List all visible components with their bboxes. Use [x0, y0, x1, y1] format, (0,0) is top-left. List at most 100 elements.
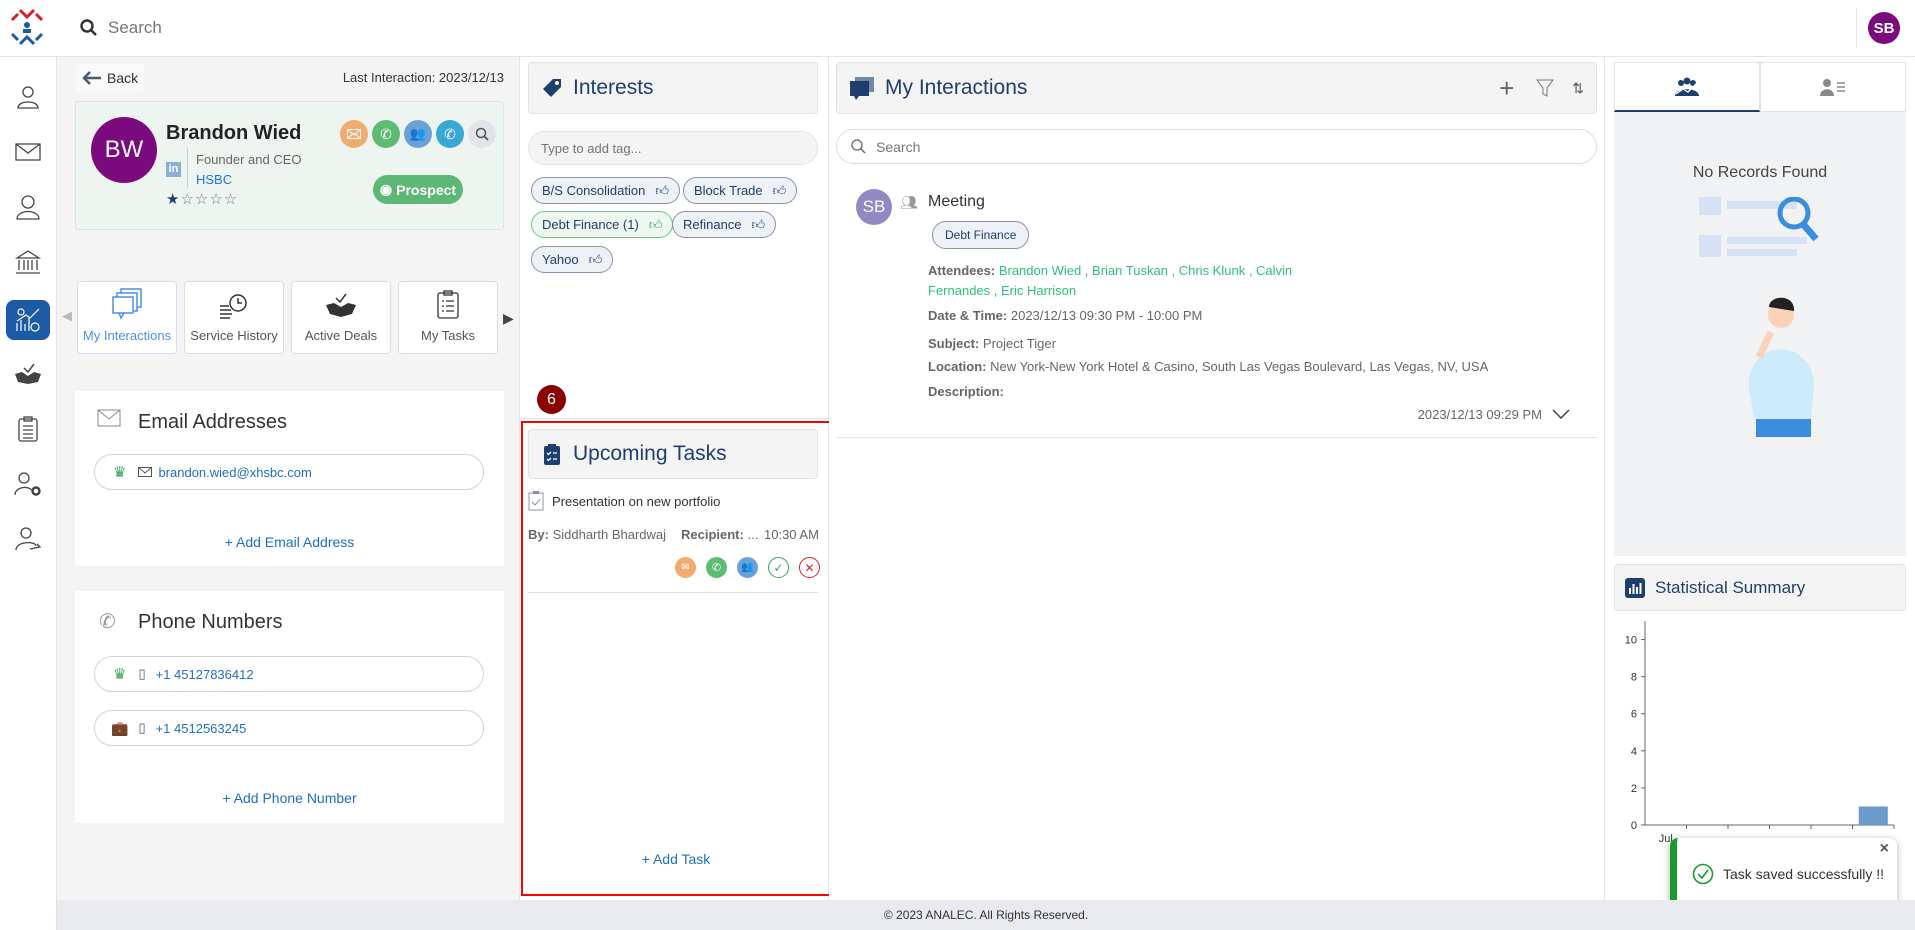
tabs-scroll-left[interactable]: ◀	[62, 308, 72, 324]
tab-active-deals[interactable]: Active Deals	[291, 281, 391, 354]
bank-icon[interactable]	[6, 242, 50, 282]
contact-name: Brandon Wied	[166, 122, 302, 144]
tab-service-history[interactable]: Service History	[184, 281, 284, 354]
task-by: By: Siddharth Bhardwaj	[528, 527, 667, 542]
linkedin-icon[interactable]: in	[166, 162, 181, 177]
phone-item[interactable]: 💼 ▯ +1 4512563245	[94, 710, 484, 746]
interaction-tag[interactable]: Debt Finance	[932, 221, 1030, 249]
primary-crown-icon: ♛	[113, 464, 127, 481]
people-chart-icon	[1675, 77, 1699, 96]
y-tick-label: 2	[1631, 783, 1637, 795]
mail-icon[interactable]	[6, 132, 50, 172]
interests-header: Interests	[528, 62, 818, 114]
tab-my-tasks[interactable]: My Tasks	[398, 281, 498, 354]
copyright-text: © 2023 ANALEC. All Rights Reserved.	[883, 908, 1089, 922]
tabs-scroll-right[interactable]: ▶	[503, 310, 514, 327]
interaction-item[interactable]: SB 👥︎ Meeting Debt Finance Attendees: Br…	[836, 180, 1597, 438]
call-log-action-icon[interactable]: ✆	[436, 120, 464, 148]
tab-relationships[interactable]	[1614, 62, 1760, 112]
meeting-action-icon[interactable]: 👥	[404, 120, 432, 148]
description: Description:	[928, 384, 1004, 399]
handshake-icon[interactable]	[6, 354, 50, 394]
email-value: brandon.wied@xhsbc.com	[158, 464, 312, 480]
tab-label: My Tasks	[421, 328, 475, 343]
briefcase-icon: 💼	[111, 719, 129, 736]
tab-label: Active Deals	[304, 328, 378, 343]
interactions-search-input[interactable]	[876, 138, 1556, 155]
interest-tag[interactable]: Block Trade 👍︎	[683, 177, 798, 204]
statistical-summary-chart: 0246810Jul	[1625, 621, 1895, 845]
task-item-title[interactable]: Presentation on new portfolio	[528, 491, 720, 511]
tag-input[interactable]	[528, 131, 818, 165]
owner-avatar: SB	[856, 189, 892, 225]
task-complete-icon[interactable]: ✓	[768, 557, 789, 578]
thumbs-up-icon[interactable]: 👍︎	[589, 252, 603, 268]
task-cancel-icon[interactable]: ✕	[799, 557, 820, 578]
interest-tag[interactable]: Refinance 👍︎	[672, 211, 777, 238]
interaction-timestamp: 2023/12/13 09:29 PM	[1417, 407, 1542, 422]
interest-tag[interactable]: Yahoo 👍︎	[531, 246, 614, 273]
tab-label: Service History	[190, 328, 278, 343]
user-settings-icon[interactable]	[6, 464, 50, 504]
global-search-input[interactable]	[108, 14, 708, 42]
analytics-icon[interactable]	[6, 300, 50, 340]
sort-icon[interactable]: ⇅	[1572, 80, 1584, 97]
thumbs-up-icon[interactable]: 👍︎	[773, 183, 787, 199]
toast-notification: Task saved successfully !! ×	[1670, 838, 1897, 909]
tag-icon	[543, 79, 561, 97]
search-action-icon[interactable]	[468, 120, 496, 148]
contact-title: Founder and CEO	[196, 152, 302, 167]
phone-action-icon[interactable]: ✆	[372, 120, 400, 148]
thumbs-up-icon[interactable]: 👍︎	[655, 183, 669, 199]
profile-card: BW Brandon Wied in Founder and CEO HSBC …	[75, 101, 504, 230]
user-share-icon[interactable]	[6, 519, 50, 559]
primary-crown-icon: ♛	[113, 666, 127, 683]
bar	[1858, 806, 1888, 825]
y-tick-label: 4	[1631, 746, 1637, 758]
footer: © 2023 ANALEC. All Rights Reserved.	[57, 900, 1915, 930]
meeting-icon: 👥︎	[900, 194, 918, 210]
thumbs-up-icon[interactable]: 👍︎	[649, 217, 663, 233]
email-item[interactable]: ♛ brandon.wied@xhsbc.com	[94, 454, 484, 490]
phone-item[interactable]: ♛ ▯ +1 45127836412	[94, 656, 484, 692]
success-check-icon	[1692, 863, 1714, 884]
last-interaction: Last Interaction: 2023/12/13	[342, 70, 504, 85]
add-task-button[interactable]: + Add Task	[521, 851, 831, 867]
task-phone-icon[interactable]: ✆	[706, 557, 727, 578]
user-icon[interactable]	[6, 187, 50, 227]
add-email-button[interactable]: + Add Email Address	[75, 534, 504, 550]
tab-profile-details[interactable]	[1760, 62, 1906, 112]
email-action-icon[interactable]	[340, 120, 368, 148]
back-button[interactable]: Back	[76, 64, 144, 92]
rating-stars[interactable]: ★☆☆☆☆	[166, 190, 238, 208]
section-title: Email Addresses	[138, 411, 287, 433]
task-time: 10:30 AM	[764, 527, 819, 542]
interest-tag[interactable]: B/S Consolidation 👍︎	[531, 177, 680, 204]
filter-icon[interactable]	[1536, 79, 1555, 97]
task-checkbox-icon	[528, 491, 544, 511]
mobile-icon: ▯	[138, 720, 146, 735]
add-icon[interactable]: +	[1499, 73, 1514, 104]
user-avatar[interactable]: SB	[1868, 12, 1900, 44]
task-meeting-icon[interactable]: 👥	[737, 557, 758, 578]
phone-value: +1 4512563245	[155, 720, 247, 736]
add-phone-button[interactable]: + Add Phone Number	[75, 790, 504, 806]
top-bar: SB	[0, 0, 1915, 57]
toast-message: Task saved successfully !!	[1723, 865, 1885, 882]
interest-tag[interactable]: Debt Finance (1) 👍︎	[531, 211, 674, 238]
interactions-search[interactable]	[836, 129, 1597, 164]
no-records-illustration	[1699, 197, 1819, 437]
chevron-down-icon[interactable]	[1552, 409, 1570, 419]
clipboard-icon[interactable]	[6, 409, 50, 449]
tab-my-interactions[interactable]: My Interactions	[77, 281, 177, 354]
company-link[interactable]: HSBC	[196, 172, 232, 187]
tab-label: My Interactions	[82, 328, 172, 343]
status-badge[interactable]: ◉ Prospect	[373, 175, 463, 204]
contact-avatar: BW	[91, 117, 157, 183]
contacts-icon[interactable]	[6, 77, 50, 117]
statistical-summary-header: Statistical Summary	[1614, 564, 1906, 611]
analec-logo[interactable]	[8, 8, 46, 51]
task-email-icon[interactable]: ✉	[675, 557, 696, 578]
close-icon[interactable]: ×	[1880, 840, 1889, 858]
thumbs-up-icon[interactable]: 👍︎	[752, 217, 766, 233]
